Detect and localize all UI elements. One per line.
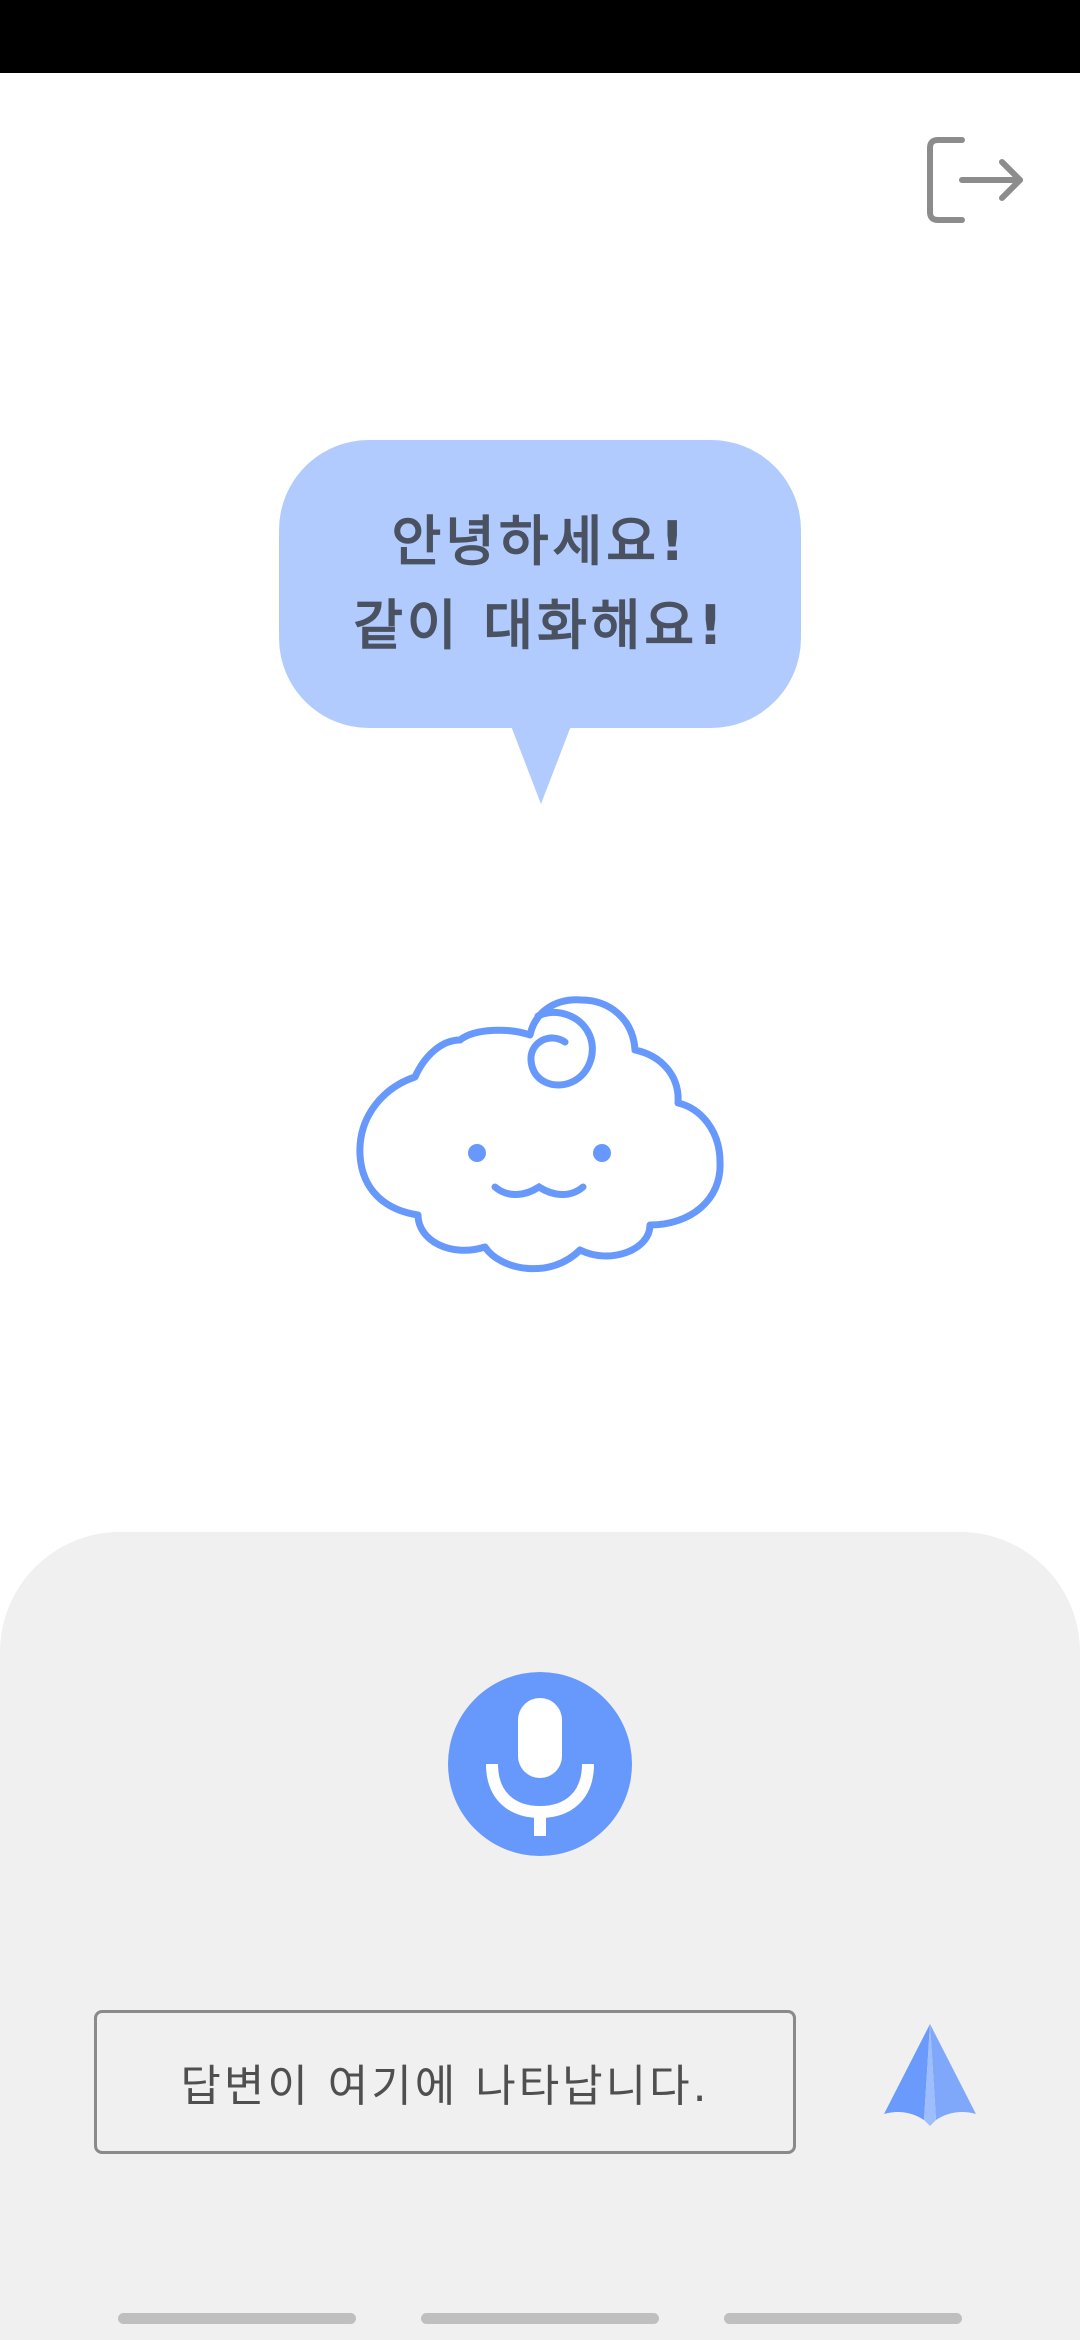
nav-bar-segment-2 [421, 2313, 659, 2324]
speech-bubble: 안녕하세요! 같이 대화해요! [279, 440, 801, 728]
status-bar [0, 0, 1080, 73]
nav-bar-segment-1 [118, 2313, 356, 2324]
answer-display: 답변이 여기에 나타납니다. [94, 2010, 796, 2154]
cloud-mascot-icon [356, 996, 724, 1273]
greeting-line-1: 안녕하세요! [391, 510, 689, 573]
greeting-line-2: 같이 대화해요! [353, 594, 727, 657]
logout-icon [927, 137, 1023, 223]
microphone-button[interactable] [448, 1672, 632, 1856]
send-button[interactable] [880, 2020, 980, 2128]
send-icon [884, 2024, 976, 2126]
cloud-mascot [350, 990, 730, 1290]
exit-button[interactable] [920, 130, 1032, 230]
input-panel [0, 1532, 1080, 2340]
microphone-icon [486, 1698, 594, 1836]
nav-bar-segment-3 [724, 2313, 962, 2324]
answer-placeholder-text: 답변이 여기에 나타납니다. [180, 2061, 710, 2112]
speech-bubble-tail [511, 726, 571, 804]
